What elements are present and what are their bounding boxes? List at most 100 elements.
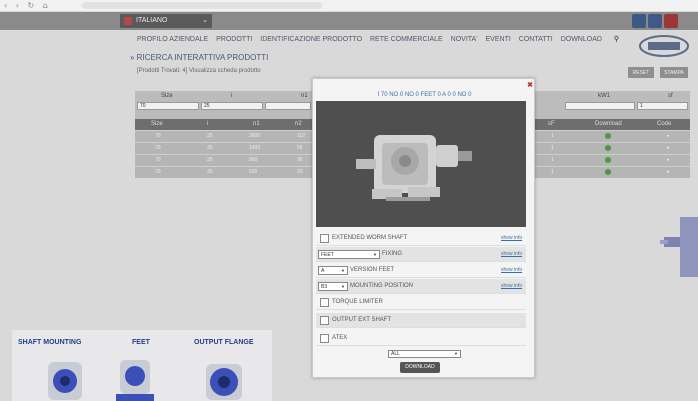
output-ext-shaft-row: OUTPUT EXT SHAFT xyxy=(316,313,526,328)
shaft-mounting-image[interactable] xyxy=(40,352,90,401)
menu-item-eventi[interactable]: EVENTI xyxy=(486,36,511,43)
download-format-select[interactable]: ALL ▼ xyxy=(388,350,461,358)
filter-label-sf: sf xyxy=(668,93,673,99)
cell-n2: 56 xyxy=(297,145,303,151)
filter-label-size: Size xyxy=(161,93,173,99)
filter-label-kw1: kW1 xyxy=(598,93,610,99)
products-found-text: [Prodotti Trovati: 4] Visualizza scheda … xyxy=(137,68,261,74)
siti-logo[interactable] xyxy=(638,34,690,58)
menu-item-prodotti[interactable]: PRODOTTI xyxy=(216,36,252,43)
atex-row: ATEX xyxy=(316,331,526,346)
menu-item-contatti[interactable]: CONTATTI xyxy=(519,36,553,43)
n1-select[interactable] xyxy=(265,102,311,110)
mounting-position-select[interactable]: B3 ▼ xyxy=(318,282,348,291)
menu-item-download[interactable]: DOWNLOAD xyxy=(561,36,602,43)
mounting-position-label: MOUNTING POSITION xyxy=(350,283,413,289)
sf-select[interactable]: 1 xyxy=(637,102,688,110)
version-select[interactable]: A ▼ xyxy=(318,266,348,275)
menu-item-profilo[interactable]: PROFILO AZIENDALE xyxy=(137,36,208,43)
version-label: VERSION FEET xyxy=(350,267,395,273)
play-icon[interactable]: ▸ xyxy=(667,145,670,151)
show-info-link[interactable]: show info xyxy=(501,235,522,241)
cell-n2: 36 xyxy=(297,157,303,163)
extended-worm-shaft-label: EXTENDED WORM SHAFT xyxy=(332,235,408,241)
ratio-select[interactable]: 25 xyxy=(201,102,263,110)
cell-i: 25 xyxy=(207,157,213,163)
address-bar[interactable] xyxy=(82,2,322,9)
section-title: » RICERCA INTERATTIVA PRODOTTI xyxy=(130,53,269,62)
caret-down-icon: ▼ xyxy=(341,268,345,273)
show-info-link[interactable]: show info xyxy=(501,267,522,273)
browser-toolbar: ‹ › ↻ ⌂ xyxy=(0,0,698,12)
cell-size: 70 xyxy=(155,145,161,151)
mounting-position-value: B3 xyxy=(321,284,328,290)
cell-n2: 20 xyxy=(297,169,303,175)
fixing-value: FEET xyxy=(321,252,334,258)
search-icon[interactable]: ⚲ xyxy=(614,36,619,43)
linkedin-icon[interactable] xyxy=(632,14,646,28)
cell-size: 70 xyxy=(155,133,161,139)
torque-limiter-label: TORQUE LIMITER xyxy=(332,299,383,305)
extended-worm-shaft-row: EXTENDED WORM SHAFT show info xyxy=(316,231,526,246)
size-select[interactable]: 70 xyxy=(137,102,199,110)
col-header-download: Download xyxy=(595,121,622,127)
print-button[interactable]: STAMPA xyxy=(660,67,688,78)
show-info-link[interactable]: show info xyxy=(501,251,522,257)
col-header-i: i xyxy=(207,121,209,127)
col-header-sf: sF xyxy=(548,121,555,127)
product-config-dialog: ✖ I 70 NO 0 NO 0 FEET 0 A 0 0 NO 0 EXTEN… xyxy=(312,78,535,378)
atex-checkbox[interactable] xyxy=(320,334,329,343)
reset-button[interactable]: RESET xyxy=(628,67,654,78)
gearbox-3d-viewer[interactable] xyxy=(316,101,526,227)
torque-limiter-checkbox[interactable] xyxy=(320,298,329,307)
cell-size: 70 xyxy=(155,157,161,163)
cell-i: 25 xyxy=(207,133,213,139)
model-code: I 70 NO 0 NO 0 FEET 0 A 0 0 NO 0 xyxy=(377,92,472,98)
site-topbar: ITALIANO ⌄ xyxy=(0,12,698,30)
download-icon[interactable] xyxy=(605,169,611,175)
language-selector[interactable]: ITALIANO ⌄ xyxy=(120,14,212,28)
play-icon[interactable]: ▸ xyxy=(667,157,670,163)
download-button[interactable]: DOWNLOAD xyxy=(400,362,440,373)
fixing-select[interactable]: FEET ▼ xyxy=(318,250,380,259)
download-icon[interactable] xyxy=(605,133,611,139)
download-icon[interactable] xyxy=(605,157,611,163)
caret-down-icon: ▼ xyxy=(373,252,377,257)
show-info-link[interactable]: show info xyxy=(501,283,522,289)
cell-i: 25 xyxy=(207,169,213,175)
kw1-select[interactable] xyxy=(565,102,635,110)
menu-item-novita[interactable]: NOVITA' xyxy=(451,36,478,43)
mounting-promo-panel: SHAFT MOUNTING FEET OUTPUT FLANGE xyxy=(12,330,272,401)
menu-item-identificazione[interactable]: IDENTIFICAZIONE PRODOTTO xyxy=(260,36,362,43)
cell-sf: 1 xyxy=(551,157,554,163)
version-row: A ▼ VERSION FEET show info xyxy=(316,263,526,278)
feet-mounting-image[interactable] xyxy=(110,352,160,401)
play-icon[interactable]: ▸ xyxy=(667,169,670,175)
output-flange-image[interactable] xyxy=(200,352,250,401)
cell-sf: 1 xyxy=(551,169,554,175)
promo-label-feet: FEET xyxy=(132,339,150,346)
chevron-down-icon: ⌄ xyxy=(202,17,208,24)
col-header-size: Size xyxy=(151,121,163,127)
browser-nav-icons[interactable]: ‹ › ↻ ⌂ xyxy=(4,1,51,10)
promo-label-flange: OUTPUT FLANGE xyxy=(194,339,254,346)
cell-n2: 112 xyxy=(297,133,305,139)
promo-label-shaft: SHAFT MOUNTING xyxy=(18,339,82,346)
download-icon[interactable] xyxy=(605,145,611,151)
extended-worm-shaft-checkbox[interactable] xyxy=(320,234,329,243)
cell-n1: 500 xyxy=(249,169,258,175)
output-ext-shaft-checkbox[interactable] xyxy=(320,316,329,325)
youtube-icon[interactable] xyxy=(664,14,678,28)
fixing-row: FEET ▼ FIXING show info xyxy=(316,247,526,262)
filter-label-i: i xyxy=(231,93,233,99)
menu-item-rete[interactable]: RETE COMMERCIALE xyxy=(370,36,443,43)
col-header-n2: n2 xyxy=(295,121,302,127)
italy-flag-icon xyxy=(124,17,132,25)
caret-down-icon: ▼ xyxy=(454,351,458,356)
play-icon[interactable]: ▸ xyxy=(667,133,670,139)
fixing-label: FIXING xyxy=(382,251,403,257)
facebook-icon[interactable] xyxy=(648,14,662,28)
close-icon[interactable]: ✖ xyxy=(526,81,534,90)
mounting-position-row: B3 ▼ MOUNTING POSITION show info xyxy=(316,279,526,294)
col-header-code: Code xyxy=(657,121,672,127)
